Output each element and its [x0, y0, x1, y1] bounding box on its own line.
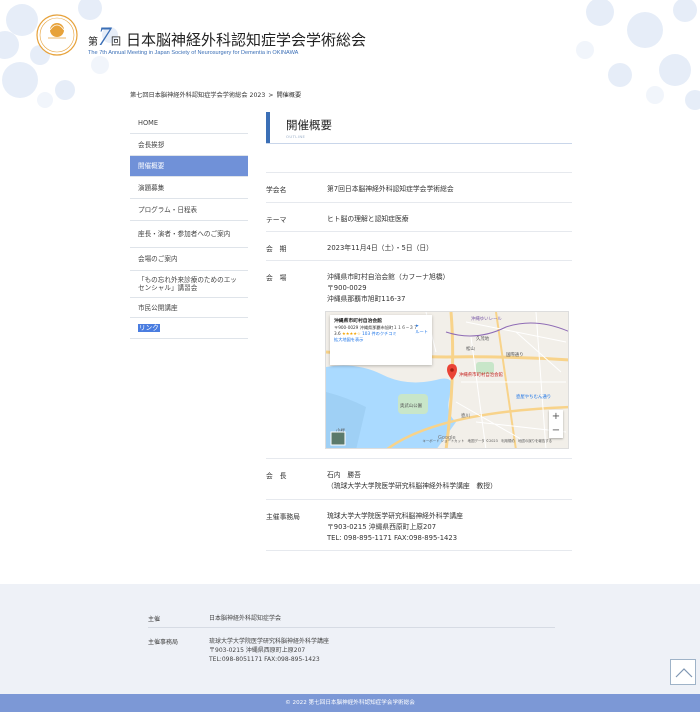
breadcrumb-separator: >	[268, 92, 274, 99]
table-row: テーマ ヒト脳の理解と認知症医療	[266, 202, 572, 231]
main-content: 開催概要 OUTLINE 学会名 第7回日本脳神経外科認知症学会学術総会 テーマ…	[266, 112, 572, 551]
table-row: 会 場 沖縄県市町村自治会館（カフーナ旭橋） 〒900-0029 沖縄県那覇市旭…	[266, 260, 572, 458]
footer-value: 日本脳神経外科認知症学会	[209, 615, 282, 622]
hibiscus-pattern-right	[576, 0, 700, 110]
footer-divider	[148, 627, 555, 628]
row-label: 主催事務局	[266, 513, 300, 521]
row-value: 石内 勝吾 （琉球大学大学院医学研究科脳神経外科学講座 教授）	[327, 471, 497, 490]
sidebar-item-seminar[interactable]: 「もの忘れ外来診療のためのエッセンシャル」講習会	[130, 271, 248, 298]
breadcrumb: 第七回日本脳神経外科認知症学会学術総会 2023 > 開催概要	[130, 90, 301, 99]
sidebar-item-public-lecture[interactable]: 市民公開講座	[130, 298, 248, 318]
row-label: 会 期	[266, 245, 287, 253]
footer-office: 主催事務局 琉球大学大学院医学研究科脳神経外科学講座 〒903-0215 沖縄県…	[148, 637, 555, 664]
sidebar-item-abstracts[interactable]: 演題募集	[130, 177, 248, 199]
map-label: 松山	[466, 345, 475, 352]
footer-value: 琉球大学大学院医学研究科脳神経外科学講座 〒903-0215 沖縄県西原町上原2…	[209, 638, 330, 663]
footer-label: 主催事務局	[148, 639, 179, 646]
row-value: 琉球大学大学院医学研究科脳神経外科学講座 〒903-0215 沖縄県西原町上原2…	[327, 512, 463, 542]
map-label: 奥武山公園	[400, 402, 423, 409]
breadcrumb-current: 開催概要	[276, 92, 302, 99]
map-zoom-controls: + −	[549, 410, 563, 438]
map-attribution[interactable]: キーボード ショートカット 地図データ ©2023 利用規約 地図の誤りを報告す…	[423, 436, 552, 447]
map-enlarge-link[interactable]: 拡大地図を表示	[334, 337, 428, 343]
chevron-up-icon	[675, 668, 693, 678]
row-label: テーマ	[266, 216, 287, 224]
title-number: 7	[98, 22, 111, 51]
map-place-card: 沖縄県市町村自治会館 〒900-0029 沖縄県那覇市旭町１１６−３７ ➤ ルート…	[330, 315, 432, 365]
table-row: 会 期 2023年11月4日（土）・5日（日）	[266, 231, 572, 260]
site-footer: 主催 日本脳神経外科認知症学会 主催事務局 琉球大学大学院医学研究科脳神経外科学…	[0, 584, 700, 694]
venue-map[interactable]: 沖縄県市町村自治会館 那覇市 奥武山公園 壺屋やちむん通り 沖縄ゆいレール 国際…	[325, 311, 569, 449]
title-prefix: 第	[88, 37, 98, 48]
footer-organizer: 主催 日本脳神経外科認知症学会	[148, 614, 555, 623]
sidebar-item-home[interactable]: HOME	[130, 112, 248, 134]
sidebar-item-venue[interactable]: 会場のご案内	[130, 248, 248, 271]
row-value: 2023年11月4日（土）・5日（日）	[327, 244, 433, 252]
sidebar-item-guide[interactable]: 座長・演者・参加者へのご案内	[130, 221, 248, 248]
breadcrumb-home[interactable]: 第七回日本脳神経外科認知症学会学術総会 2023	[130, 92, 265, 99]
map-pin-label: 沖縄県市町村自治会館	[459, 371, 504, 378]
footer-label: 主催	[148, 616, 161, 623]
map-label: 久茂地	[476, 335, 490, 342]
table-row: 学会名 第7回日本脳神経外科認知症学会学術総会	[266, 172, 572, 202]
table-row: 主催事務局 琉球大学大学院医学研究科脳神経外科学講座 〒903-0215 沖縄県…	[266, 499, 572, 551]
sidebar-item-outline[interactable]: 開催概要	[130, 156, 248, 177]
map-route-link[interactable]: ➤ ルート	[415, 323, 428, 335]
page-title: 開催概要	[286, 118, 332, 132]
table-row: 会 長 石内 勝吾 （琉球大学大学院医学研究科脳神経外科学講座 教授）	[266, 458, 572, 499]
row-value: 第7回日本脳神経外科認知症学会学術総会	[327, 185, 454, 193]
copyright-bar: © 2022 第七回日本脳神経外科認知症学会学術総会	[0, 694, 700, 712]
sidebar-item-links[interactable]: リンク	[130, 318, 248, 339]
site-header: 第7回 日本脳神経外科認知症学会学術総会 The 7th Annual Meeti…	[0, 0, 700, 110]
map-reviews-link[interactable]: 103 件のクチコミ	[362, 331, 396, 336]
page-title-english: OUTLINE	[286, 134, 306, 139]
site-title[interactable]: 第7回 日本脳神経外科認知症学会学術総会 The 7th Annual Meeti…	[88, 22, 366, 56]
sidebar-item-program[interactable]: プログラム・日程表	[130, 199, 248, 221]
back-to-top-button[interactable]	[670, 659, 696, 685]
row-value: ヒト脳の理解と認知症医療	[327, 215, 409, 223]
directions-icon: ➤	[415, 323, 419, 328]
sidebar-item-greeting[interactable]: 会長挨拶	[130, 134, 248, 156]
map-label: 沖縄ゆいレール	[471, 315, 502, 322]
map-label: 壺屋やちむん通り	[516, 393, 551, 400]
title-suffix: 回	[111, 37, 121, 48]
row-value: 沖縄県市町村自治会館（カフーナ旭橋） 〒900-0029 沖縄県那覇市旭町116…	[325, 261, 569, 458]
title-main-text: 日本脳神経外科認知症学会学術総会	[126, 31, 367, 49]
map-label: 壺川	[461, 412, 470, 419]
sidebar-nav: HOME 会長挨拶 開催概要 演題募集 プログラム・日程表 座長・演者・参加者へ…	[130, 112, 248, 339]
map-label: 国際通り	[506, 351, 524, 358]
row-label: 会 長	[266, 472, 287, 480]
society-logo[interactable]	[36, 14, 78, 56]
star-rating-icon: ★★★★☆	[342, 331, 361, 336]
page-heading: 開催概要 OUTLINE	[266, 112, 572, 144]
zoom-in-button[interactable]: +	[549, 410, 563, 424]
outline-table: 学会名 第7回日本脳神経外科認知症学会学術総会 テーマ ヒト脳の理解と認知症医療…	[266, 172, 572, 551]
row-label: 会 場	[266, 274, 287, 282]
row-label: 学会名	[266, 186, 287, 194]
